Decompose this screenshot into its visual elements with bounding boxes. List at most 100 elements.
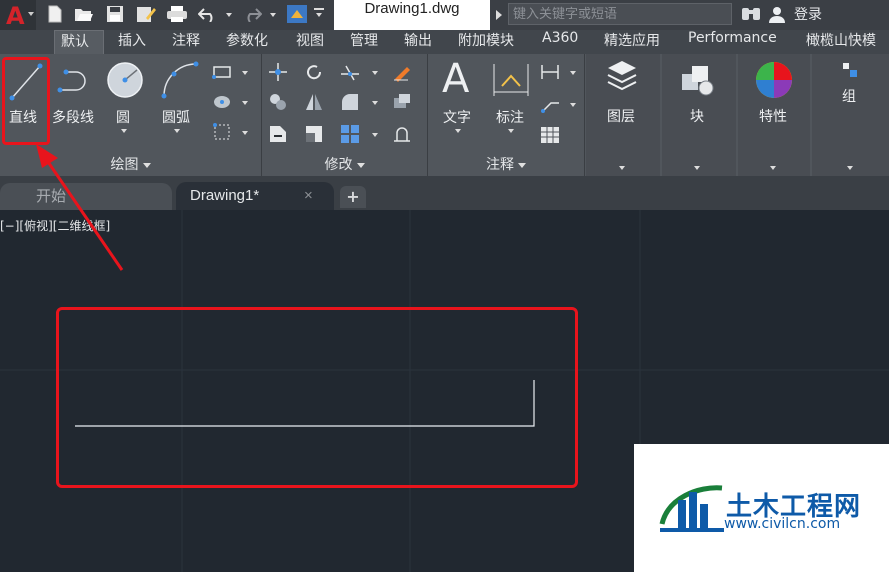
tab-performance[interactable]: Performance — [688, 30, 777, 54]
erase-tool-icon[interactable] — [392, 62, 412, 82]
tab-default[interactable]: 默认 — [54, 30, 104, 54]
gradient-tool-icon[interactable] — [212, 122, 232, 142]
layers-dropdown-icon[interactable] — [619, 166, 625, 170]
save-as-icon[interactable] — [136, 4, 156, 24]
tab-ganlanshan[interactable]: 橄榄山快模 — [806, 30, 876, 54]
layer-properties-icon[interactable] — [604, 58, 640, 94]
autocad-logo-icon: A — [6, 2, 25, 30]
binoculars-icon[interactable] — [740, 5, 762, 23]
file-tab-drawing1[interactable]: Drawing1* × — [176, 182, 334, 210]
search-input[interactable]: 键入关键字或短语 — [508, 3, 732, 25]
tab-parametric[interactable]: 参数化 — [226, 30, 268, 54]
dimension-tool-icon[interactable] — [492, 62, 530, 98]
annotation-panel-title[interactable]: 注释 — [428, 154, 584, 176]
leader-tool-icon[interactable] — [540, 94, 560, 114]
arc-tool-label[interactable]: 圆弧 — [162, 107, 190, 127]
arc-tool-icon[interactable] — [160, 60, 200, 100]
red-arrow-annotation — [36, 144, 124, 271]
linear-dim-icon[interactable] — [540, 62, 560, 82]
modify-panel-title[interactable]: 修改 — [262, 154, 427, 176]
text-tool-icon[interactable]: A — [442, 56, 469, 102]
copy-tool-icon[interactable] — [268, 92, 288, 112]
color-wheel-icon[interactable] — [754, 60, 794, 100]
tab-addins[interactable]: 附加模块 — [458, 30, 514, 54]
chevron-down-icon — [356, 162, 365, 168]
arc-dropdown-icon[interactable] — [174, 129, 180, 133]
groups-dropdown-icon[interactable] — [847, 166, 853, 170]
undo-dropdown-icon[interactable] — [226, 13, 232, 17]
trim-tool-icon[interactable] — [340, 62, 360, 82]
chevron-down-icon — [518, 162, 526, 168]
hatch-tool-icon[interactable] — [212, 92, 232, 112]
watermark-url: www.civilcn.com — [724, 516, 841, 532]
add-tab-button[interactable]: + — [340, 186, 366, 208]
new-file-icon[interactable] — [46, 5, 64, 23]
share-icon[interactable] — [286, 4, 308, 24]
hatch-dropdown-icon[interactable] — [242, 101, 248, 105]
save-icon[interactable] — [106, 5, 124, 23]
dimension-dropdown-icon[interactable] — [508, 129, 514, 133]
line-tool-highlight — [2, 57, 50, 145]
layers-label[interactable]: 图层 — [607, 106, 635, 126]
drawn-line-highlight — [56, 307, 578, 488]
tab-annotate[interactable]: 注释 — [172, 30, 200, 54]
move-tool-icon[interactable] — [268, 62, 288, 82]
open-file-icon[interactable] — [74, 5, 94, 23]
chevron-down-icon — [142, 162, 151, 168]
array-tool-icon[interactable] — [340, 124, 360, 144]
block-insert-icon[interactable] — [680, 62, 716, 98]
linear-dim-dropdown-icon[interactable] — [570, 71, 576, 75]
rectangle-dropdown-icon[interactable] — [242, 71, 248, 75]
rectangle-tool-icon[interactable] — [212, 62, 232, 82]
block-dropdown-icon[interactable] — [694, 166, 700, 170]
trim-dropdown-icon[interactable] — [372, 71, 378, 75]
offset-tool-icon[interactable] — [392, 124, 412, 144]
rotate-tool-icon[interactable] — [304, 62, 324, 82]
redo-dropdown-icon[interactable] — [270, 13, 276, 17]
fillet-dropdown-icon[interactable] — [372, 101, 378, 105]
mirror-tool-icon[interactable] — [304, 92, 324, 112]
circle-tool-icon[interactable] — [106, 60, 144, 100]
gradient-dropdown-icon[interactable] — [242, 131, 248, 135]
explode-tool-icon[interactable] — [392, 92, 412, 112]
close-icon[interactable]: × — [304, 182, 313, 210]
block-label[interactable]: 块 — [690, 106, 704, 126]
login-button[interactable]: 登录 — [794, 4, 822, 26]
tab-manage[interactable]: 管理 — [350, 30, 378, 54]
plot-icon[interactable] — [166, 5, 188, 23]
file-tab-drawing1-label: Drawing1* — [190, 187, 260, 204]
redo-icon[interactable] — [242, 6, 262, 22]
table-tool-icon[interactable] — [540, 125, 560, 145]
circle-dropdown-icon[interactable] — [121, 129, 127, 133]
fillet-tool-icon[interactable] — [340, 92, 360, 112]
chevron-right-icon[interactable] — [496, 10, 502, 20]
leader-dropdown-icon[interactable] — [570, 103, 576, 107]
user-icon[interactable] — [768, 5, 786, 23]
ribbon-tab-bar: 默认 插入 注释 参数化 视图 管理 输出 附加模块 A360 精选应用 Per… — [0, 30, 889, 54]
text-dropdown-icon[interactable] — [455, 129, 461, 133]
tab-a360[interactable]: A360 — [542, 30, 578, 54]
polyline-tool-label[interactable]: 多段线 — [52, 107, 94, 127]
dimension-tool-label[interactable]: 标注 — [496, 107, 524, 127]
annotation-panel-label: 注释 — [486, 157, 514, 173]
scale-tool-icon[interactable] — [304, 124, 324, 144]
properties-label[interactable]: 特性 — [759, 106, 787, 126]
circle-tool-label[interactable]: 圆 — [116, 107, 130, 127]
text-tool-label[interactable]: 文字 — [443, 107, 471, 127]
tab-insert[interactable]: 插入 — [118, 30, 146, 54]
polyline-tool-icon[interactable] — [56, 64, 96, 98]
groups-label[interactable]: 组 — [842, 86, 856, 106]
document-title: Drawing1.dwg — [334, 0, 490, 30]
array-dropdown-icon[interactable] — [372, 133, 378, 137]
group-icon[interactable] — [842, 62, 858, 78]
application-menu-button[interactable]: A — [0, 0, 36, 30]
customize-toolbar-icon[interactable] — [314, 8, 324, 20]
tab-featured-apps[interactable]: 精选应用 — [604, 30, 660, 54]
civilcn-logo-icon — [659, 485, 724, 532]
tab-view[interactable]: 视图 — [296, 30, 324, 54]
stretch-tool-icon[interactable] — [268, 124, 288, 144]
properties-dropdown-icon[interactable] — [770, 166, 776, 170]
undo-icon[interactable] — [198, 6, 218, 22]
chevron-down-icon — [28, 12, 34, 16]
tab-output[interactable]: 输出 — [404, 30, 432, 54]
